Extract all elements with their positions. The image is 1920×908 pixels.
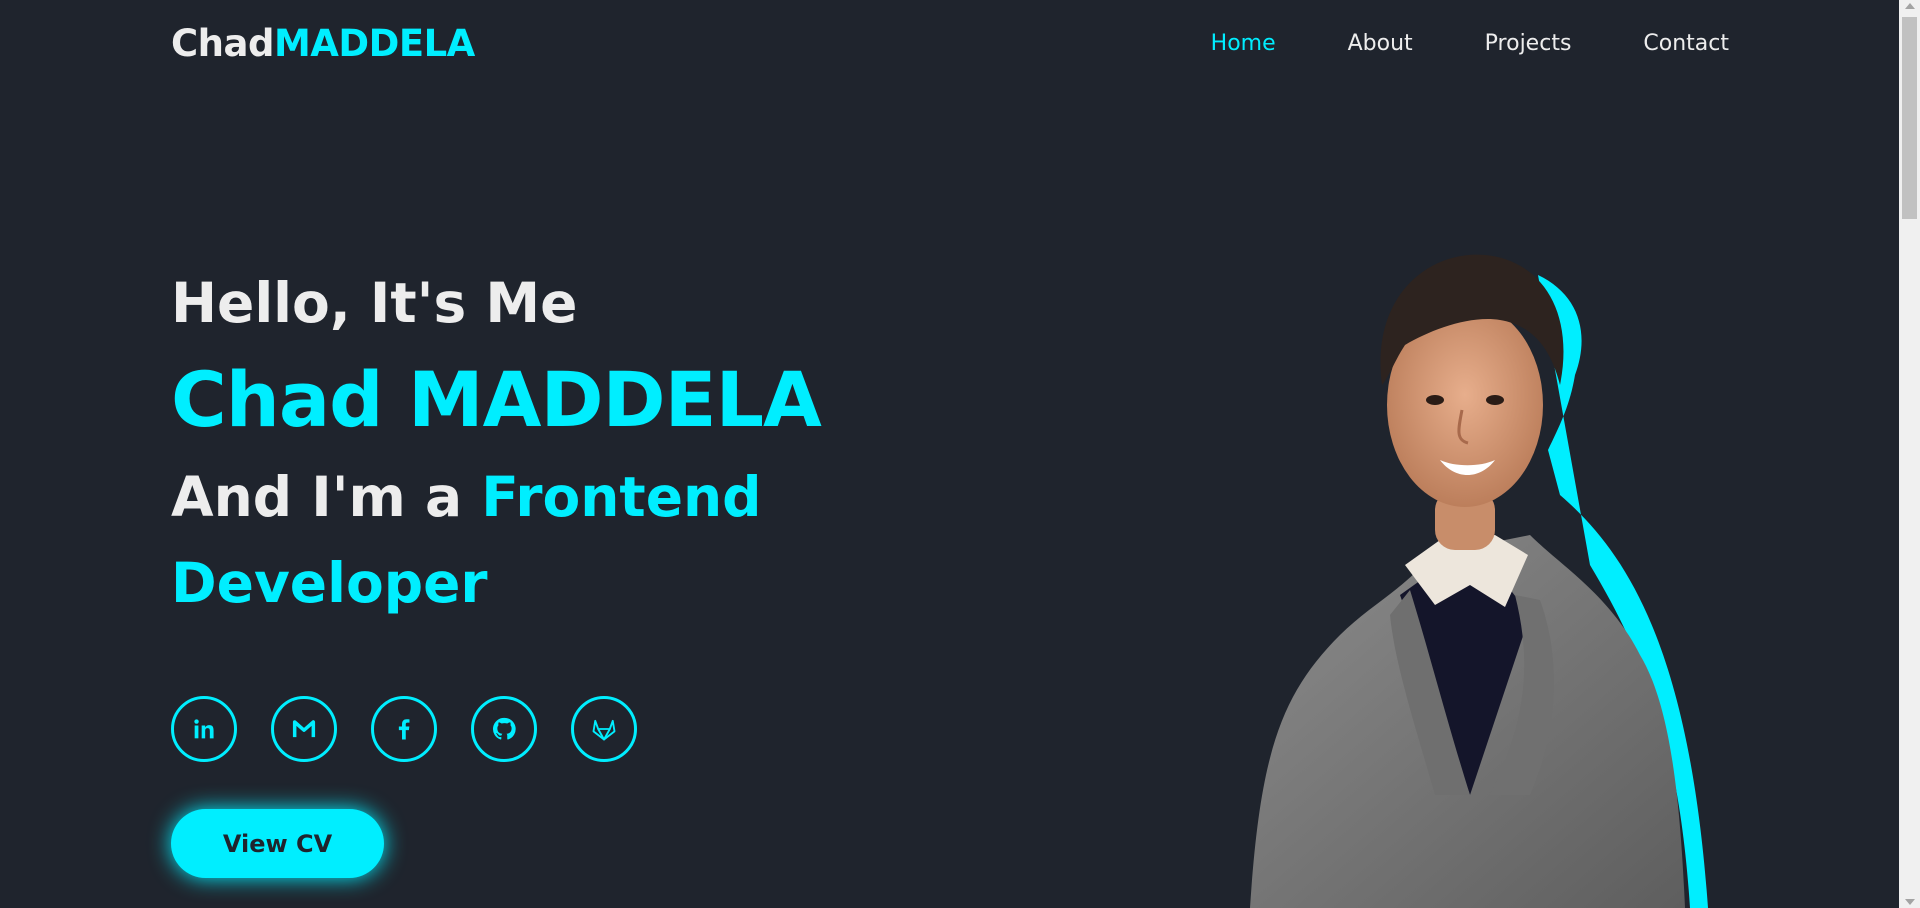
- logo-first-name: Chad: [171, 22, 274, 65]
- facebook-icon: [398, 719, 410, 740]
- hero-greeting: Hello, It's Me: [171, 271, 578, 335]
- page: ChadMADDELA Home About Projects Contact …: [0, 0, 1920, 908]
- scroll-down-arrow-icon[interactable]: [1905, 899, 1915, 905]
- header: ChadMADDELA Home About Projects Contact: [0, 0, 1899, 92]
- role-prefix: And I'm a: [171, 465, 463, 529]
- hero-role: And I'm a Frontend Developer: [171, 454, 871, 626]
- scroll-thumb[interactable]: [1902, 17, 1917, 219]
- gmail-icon: [292, 720, 316, 738]
- role-title-2: Developer: [171, 551, 488, 615]
- nav-home[interactable]: Home: [1211, 31, 1276, 56]
- nav-projects[interactable]: Projects: [1485, 31, 1572, 56]
- scroll-up-arrow-icon[interactable]: [1905, 3, 1915, 9]
- linkedin-link[interactable]: [171, 696, 237, 762]
- role-title-1: Frontend: [481, 465, 762, 529]
- view-cv-button[interactable]: View CV: [171, 809, 384, 878]
- profile-photo: [1250, 254, 1708, 908]
- hero-text: Hello, It's Me Chad MADDELA And I'm a Fr…: [171, 258, 871, 626]
- logo-last-name: MADDELA: [273, 22, 475, 65]
- github-link[interactable]: [471, 696, 537, 762]
- logo[interactable]: ChadMADDELA: [171, 22, 475, 65]
- nav-contact[interactable]: Contact: [1643, 31, 1729, 56]
- social-links: [171, 696, 637, 762]
- gitlab-link[interactable]: [571, 696, 637, 762]
- gmail-link[interactable]: [271, 696, 337, 762]
- main-nav: Home About Projects Contact: [1211, 31, 1729, 56]
- hero-name: Chad MADDELA: [171, 355, 822, 444]
- facebook-link[interactable]: [371, 696, 437, 762]
- scrollbar[interactable]: [1899, 0, 1920, 908]
- gitlab-icon: [592, 719, 616, 741]
- nav-about[interactable]: About: [1348, 31, 1413, 56]
- github-icon: [492, 717, 516, 740]
- linkedin-icon: [194, 719, 214, 739]
